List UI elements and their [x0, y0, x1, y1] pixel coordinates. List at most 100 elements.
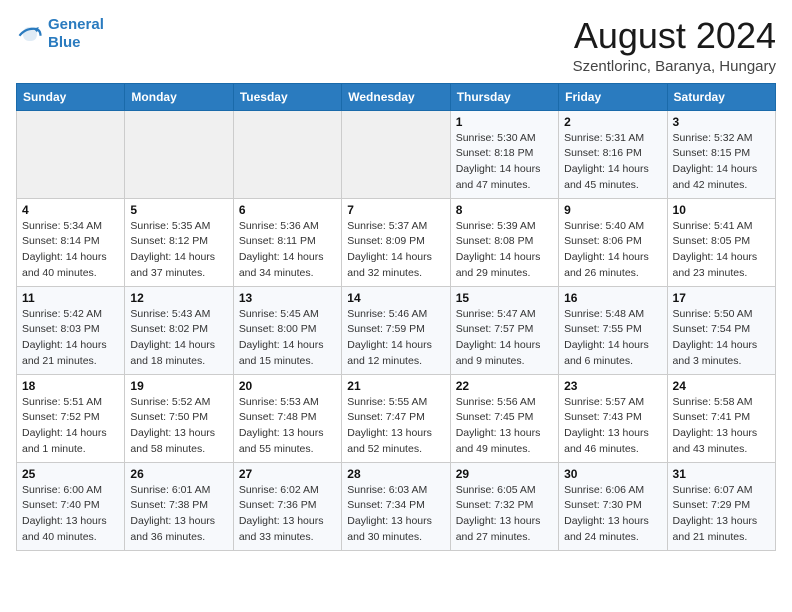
weekday-header: Tuesday [233, 83, 341, 110]
day-info: Sunrise: 6:06 AM Sunset: 7:30 PM Dayligh… [564, 483, 661, 546]
day-info: Sunrise: 5:32 AM Sunset: 8:15 PM Dayligh… [673, 131, 770, 194]
day-number: 20 [239, 379, 336, 393]
day-info: Sunrise: 5:30 AM Sunset: 8:18 PM Dayligh… [456, 131, 553, 194]
weekday-row: SundayMondayTuesdayWednesdayThursdayFrid… [17, 83, 776, 110]
day-info: Sunrise: 6:03 AM Sunset: 7:34 PM Dayligh… [347, 483, 444, 546]
day-number: 11 [22, 291, 119, 305]
calendar-cell: 21 Sunrise: 5:55 AM Sunset: 7:47 PM Dayli… [342, 374, 450, 462]
calendar-cell: 12 Sunrise: 5:43 AM Sunset: 8:02 PM Dayli… [125, 286, 233, 374]
day-info: Sunrise: 5:41 AM Sunset: 8:05 PM Dayligh… [673, 219, 770, 282]
day-number: 14 [347, 291, 444, 305]
calendar-cell: 5 Sunrise: 5:35 AM Sunset: 8:12 PM Daylig… [125, 198, 233, 286]
calendar-cell: 6Sunrise: 5:36 AM Sunset: 8:11 PM Daylig… [233, 198, 341, 286]
day-number: 17 [673, 291, 770, 305]
calendar-cell: 7 Sunrise: 5:37 AM Sunset: 8:09 PM Daylig… [342, 198, 450, 286]
day-number: 10 [673, 203, 770, 217]
weekday-header: Monday [125, 83, 233, 110]
calendar-cell: 26Sunrise: 6:01 AM Sunset: 7:38 PM Dayli… [125, 462, 233, 550]
calendar-cell: 9 Sunrise: 5:40 AM Sunset: 8:06 PM Daylig… [559, 198, 667, 286]
calendar-cell: 14 Sunrise: 5:46 AM Sunset: 7:59 PM Dayli… [342, 286, 450, 374]
day-info: Sunrise: 5:37 AM Sunset: 8:09 PM Dayligh… [347, 219, 444, 282]
day-number: 13 [239, 291, 336, 305]
day-number: 30 [564, 467, 661, 481]
day-info: Sunrise: 5:47 AM Sunset: 7:57 PM Dayligh… [456, 307, 553, 370]
day-info: Sunrise: 5:31 AM Sunset: 8:16 PM Dayligh… [564, 131, 661, 194]
calendar-week-row: 4 Sunrise: 5:34 AM Sunset: 8:14 PM Daylig… [17, 198, 776, 286]
calendar-week-row: 11 Sunrise: 5:42 AM Sunset: 8:03 PM Dayli… [17, 286, 776, 374]
calendar-cell: 11 Sunrise: 5:42 AM Sunset: 8:03 PM Dayli… [17, 286, 125, 374]
calendar-cell: 13 Sunrise: 5:45 AM Sunset: 8:00 PM Dayli… [233, 286, 341, 374]
day-info: Sunrise: 6:07 AM Sunset: 7:29 PM Dayligh… [673, 483, 770, 546]
day-number: 16 [564, 291, 661, 305]
day-number: 31 [673, 467, 770, 481]
location-title: Szentlorinc, Baranya, Hungary [573, 58, 776, 75]
day-number: 29 [456, 467, 553, 481]
calendar-cell: 25Sunrise: 6:00 AM Sunset: 7:40 PM Dayli… [17, 462, 125, 550]
day-info: Sunrise: 5:42 AM Sunset: 8:03 PM Dayligh… [22, 307, 119, 370]
day-info: Sunrise: 5:48 AM Sunset: 7:55 PM Dayligh… [564, 307, 661, 370]
calendar-cell: 20 Sunrise: 5:53 AM Sunset: 7:48 PM Dayli… [233, 374, 341, 462]
day-info: Sunrise: 5:50 AM Sunset: 7:54 PM Dayligh… [673, 307, 770, 370]
day-number: 12 [130, 291, 227, 305]
weekday-header: Saturday [667, 83, 775, 110]
calendar-cell: 16 Sunrise: 5:48 AM Sunset: 7:55 PM Dayli… [559, 286, 667, 374]
day-info: Sunrise: 5:45 AM Sunset: 8:00 PM Dayligh… [239, 307, 336, 370]
day-number: 7 [347, 203, 444, 217]
weekday-header: Friday [559, 83, 667, 110]
calendar-header: SundayMondayTuesdayWednesdayThursdayFrid… [17, 83, 776, 110]
day-info: Sunrise: 5:51 AM Sunset: 7:52 PM Dayligh… [22, 395, 119, 458]
day-number: 23 [564, 379, 661, 393]
day-number: 24 [673, 379, 770, 393]
logo-line1: General [48, 16, 104, 33]
day-number: 27 [239, 467, 336, 481]
calendar-cell: 17 Sunrise: 5:50 AM Sunset: 7:54 PM Dayli… [667, 286, 775, 374]
logo-line2: Blue [48, 34, 81, 51]
calendar-table: SundayMondayTuesdayWednesdayThursdayFrid… [16, 83, 776, 551]
day-number: 15 [456, 291, 553, 305]
day-number: 26 [130, 467, 227, 481]
day-number: 28 [347, 467, 444, 481]
calendar-cell: 29 Sunrise: 6:05 AM Sunset: 7:32 PM Dayli… [450, 462, 558, 550]
day-number: 2 [564, 115, 661, 129]
day-info: Sunrise: 5:43 AM Sunset: 8:02 PM Dayligh… [130, 307, 227, 370]
day-info: Sunrise: 5:57 AM Sunset: 7:43 PM Dayligh… [564, 395, 661, 458]
calendar-cell: 27Sunrise: 6:02 AM Sunset: 7:36 PM Dayli… [233, 462, 341, 550]
day-number: 19 [130, 379, 227, 393]
calendar-cell: 15 Sunrise: 5:47 AM Sunset: 7:57 PM Dayli… [450, 286, 558, 374]
day-info: Sunrise: 5:52 AM Sunset: 7:50 PM Dayligh… [130, 395, 227, 458]
day-info: Sunrise: 5:36 AM Sunset: 8:11 PM Dayligh… [239, 219, 336, 282]
day-info: Sunrise: 5:39 AM Sunset: 8:08 PM Dayligh… [456, 219, 553, 282]
day-number: 4 [22, 203, 119, 217]
weekday-header: Thursday [450, 83, 558, 110]
day-info: Sunrise: 5:34 AM Sunset: 8:14 PM Dayligh… [22, 219, 119, 282]
calendar-cell: 10 Sunrise: 5:41 AM Sunset: 8:05 PM Dayli… [667, 198, 775, 286]
calendar-week-row: 1Sunrise: 5:30 AM Sunset: 8:18 PM Daylig… [17, 110, 776, 198]
calendar-cell: 22 Sunrise: 5:56 AM Sunset: 7:45 PM Dayli… [450, 374, 558, 462]
calendar-cell: 4 Sunrise: 5:34 AM Sunset: 8:14 PM Daylig… [17, 198, 125, 286]
logo-icon [16, 20, 44, 48]
calendar-cell: 8Sunrise: 5:39 AM Sunset: 8:08 PM Daylig… [450, 198, 558, 286]
calendar-week-row: 25Sunrise: 6:00 AM Sunset: 7:40 PM Dayli… [17, 462, 776, 550]
calendar-cell [342, 110, 450, 198]
day-number: 21 [347, 379, 444, 393]
calendar-cell: 18 Sunrise: 5:51 AM Sunset: 7:52 PM Dayli… [17, 374, 125, 462]
month-title: August 2024 [573, 16, 776, 56]
calendar-cell [233, 110, 341, 198]
calendar-cell: 28 Sunrise: 6:03 AM Sunset: 7:34 PM Dayli… [342, 462, 450, 550]
day-number: 22 [456, 379, 553, 393]
day-number: 9 [564, 203, 661, 217]
day-info: Sunrise: 5:55 AM Sunset: 7:47 PM Dayligh… [347, 395, 444, 458]
calendar-cell: 23 Sunrise: 5:57 AM Sunset: 7:43 PM Dayli… [559, 374, 667, 462]
day-info: Sunrise: 6:05 AM Sunset: 7:32 PM Dayligh… [456, 483, 553, 546]
day-number: 5 [130, 203, 227, 217]
day-info: Sunrise: 5:35 AM Sunset: 8:12 PM Dayligh… [130, 219, 227, 282]
calendar-cell [17, 110, 125, 198]
day-info: Sunrise: 5:46 AM Sunset: 7:59 PM Dayligh… [347, 307, 444, 370]
day-info: Sunrise: 5:56 AM Sunset: 7:45 PM Dayligh… [456, 395, 553, 458]
day-number: 18 [22, 379, 119, 393]
day-number: 3 [673, 115, 770, 129]
weekday-header: Sunday [17, 83, 125, 110]
day-info: Sunrise: 5:40 AM Sunset: 8:06 PM Dayligh… [564, 219, 661, 282]
day-info: Sunrise: 5:53 AM Sunset: 7:48 PM Dayligh… [239, 395, 336, 458]
calendar-body: 1Sunrise: 5:30 AM Sunset: 8:18 PM Daylig… [17, 110, 776, 550]
